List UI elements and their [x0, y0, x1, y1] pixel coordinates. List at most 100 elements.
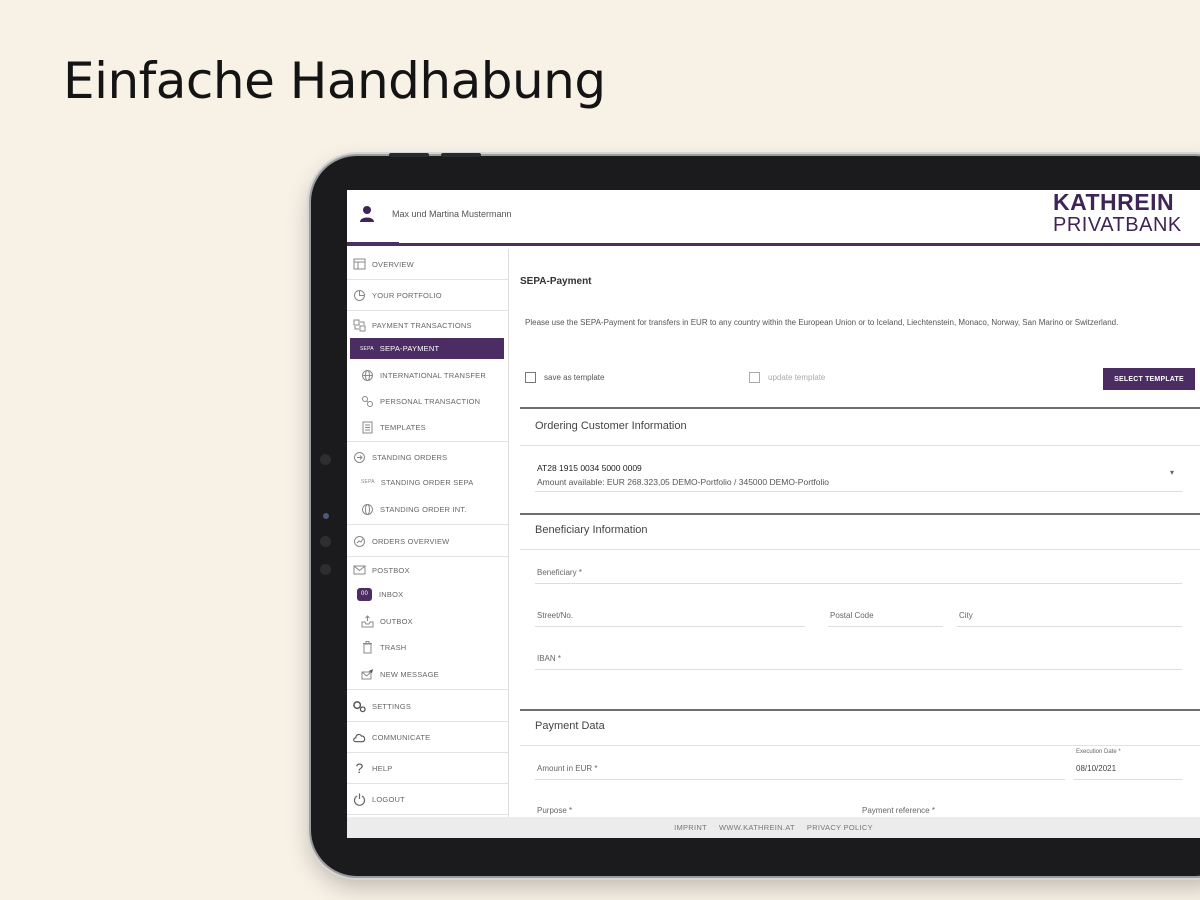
execution-date-underline — [1074, 779, 1182, 780]
beneficiary-header: Beneficiary Information — [535, 524, 648, 536]
city-underline — [957, 626, 1182, 627]
sidebar-item-personal-transaction[interactable]: PERSONAL TRANSACTION — [347, 388, 509, 414]
amount-available: Amount available: EUR 268.323,05 DEMO-Po… — [537, 477, 829, 487]
tablet-camera — [323, 513, 329, 519]
sidebar-item-sepa-payment[interactable]: SEPA SEPA-PAYMENT — [350, 338, 504, 359]
sidebar-item-standing-order-int[interactable]: STANDING ORDER INT. — [347, 495, 509, 525]
chevron-down-icon[interactable]: ▾ — [1170, 468, 1174, 477]
sidebar-label-communicate: COMMUNICATE — [372, 732, 431, 742]
top-bar: Max und Martina Mustermann KATHREIN PRIV… — [347, 190, 1200, 246]
sidebar-label-outbox: OUTBOX — [380, 616, 413, 626]
sidebar-item-portfolio[interactable]: YOUR PORTFOLIO — [347, 280, 509, 311]
page-title: SEPA-Payment — [520, 276, 592, 287]
amount-field[interactable]: Amount in EUR * — [537, 764, 597, 773]
sidebar-item-orders-overview[interactable]: ORDERS OVERVIEW — [347, 526, 509, 557]
account-select-underline — [535, 491, 1182, 492]
street-field[interactable]: Street/No. — [537, 611, 573, 620]
save-template-label: save as template — [544, 373, 605, 382]
gear-icon — [353, 700, 366, 713]
sidebar-item-help[interactable]: ? HELP — [347, 753, 509, 784]
street-underline — [535, 626, 805, 627]
privacy-policy-link[interactable]: PRIVACY POLICY — [807, 823, 873, 832]
sidebar-label-orders-overview: ORDERS OVERVIEW — [372, 536, 450, 546]
tablet-sensor-3 — [320, 564, 331, 575]
sidebar-item-international-transfer[interactable]: INTERNATIONAL TRANSFER — [347, 362, 509, 388]
ordering-header-separator — [520, 445, 1200, 446]
update-template-checkbox[interactable]: update template — [749, 372, 825, 383]
execution-date-field[interactable]: 08/10/2021 — [1076, 764, 1116, 773]
kathrein-logo: KATHREIN PRIVATBANK — [1053, 190, 1182, 236]
sidebar-label-personal-transaction: PERSONAL TRANSACTION — [380, 396, 481, 406]
footer: IMPRINT WWW.KATHREIN.AT PRIVACY POLICY — [347, 817, 1200, 838]
logo-line-1: KATHREIN — [1053, 190, 1175, 215]
account-number[interactable]: AT28 1915 0034 5000 0009 — [537, 463, 642, 473]
update-template-box[interactable] — [749, 372, 760, 383]
sidebar-item-standing-order-sepa[interactable]: SEPA STANDING ORDER SEPA — [347, 469, 509, 495]
sidebar-label-logout: LOGOUT — [372, 794, 405, 804]
user-tab-indicator — [347, 242, 399, 246]
imprint-link[interactable]: IMPRINT — [674, 823, 707, 832]
iban-field[interactable]: IBAN * — [537, 654, 561, 663]
sidebar-label-international-transfer: INTERNATIONAL TRANSFER — [380, 370, 486, 380]
sidebar-item-outbox[interactable]: OUTBOX — [347, 608, 509, 634]
sidebar-item-overview[interactable]: OVERVIEW — [347, 249, 509, 280]
sepa-icon: SEPA — [360, 345, 374, 352]
purpose-field[interactable]: Purpose * — [537, 806, 572, 815]
standing-orders-icon — [353, 451, 366, 464]
sidebar-item-payment-transactions[interactable]: PAYMENT TRANSACTIONS — [347, 311, 509, 339]
user-name[interactable]: Max und Martina Mustermann — [392, 209, 512, 219]
sidebar-item-settings[interactable]: SETTINGS — [347, 691, 509, 722]
new-message-icon — [361, 668, 374, 681]
save-template-box[interactable] — [525, 372, 536, 383]
logout-icon — [353, 793, 366, 806]
portfolio-icon — [353, 289, 366, 302]
cloud-icon — [353, 731, 366, 744]
sidebar-label-overview: OVERVIEW — [372, 259, 414, 269]
logo-line-2: PRIVATBANK — [1053, 214, 1182, 236]
postal-code-field[interactable]: Postal Code — [830, 611, 874, 620]
tablet-top-button-2 — [441, 153, 481, 157]
user-icon[interactable] — [359, 205, 375, 223]
trash-icon — [361, 640, 374, 654]
sidebar-label-postbox: POSTBOX — [372, 565, 410, 575]
sidebar-label-portfolio: YOUR PORTFOLIO — [372, 290, 442, 300]
overview-icon — [353, 258, 366, 271]
website-link[interactable]: WWW.KATHREIN.AT — [719, 823, 795, 832]
sidebar-label-standing-order-sepa: STANDING ORDER SEPA — [380, 477, 474, 487]
select-template-button[interactable]: SELECT TEMPLATE — [1103, 368, 1195, 390]
ordering-customer-header: Ordering Customer Information — [535, 420, 687, 432]
postal-underline — [828, 626, 943, 627]
sidebar-item-templates[interactable]: TEMPLATES — [347, 414, 509, 442]
payment-transactions-icon — [353, 319, 366, 332]
tablet-top-button — [389, 153, 429, 157]
ordering-panel-border — [520, 407, 1200, 409]
sidebar-label-sepa-payment: SEPA-PAYMENT — [379, 344, 440, 353]
sidebar-label-payment-transactions: PAYMENT TRANSACTIONS — [372, 320, 472, 330]
save-as-template-checkbox[interactable]: save as template — [525, 372, 604, 383]
city-field[interactable]: City — [959, 611, 973, 620]
page-headline: Einfache Handhabung — [63, 52, 606, 110]
sidebar-label-settings: SETTINGS — [372, 701, 412, 711]
outbox-icon — [361, 614, 374, 628]
page-description: Please use the SEPA-Payment for transfer… — [525, 318, 1119, 327]
sidebar-item-standing-orders[interactable]: STANDING ORDERS — [347, 443, 509, 471]
sidebar-item-new-message[interactable]: NEW MESSAGE — [347, 660, 509, 690]
payment-reference-field[interactable]: Payment reference * — [862, 806, 935, 815]
tablet-sensor — [320, 454, 331, 465]
sidebar-label-standing-orders: STANDING ORDERS — [372, 452, 448, 462]
update-template-label: update template — [768, 373, 826, 382]
help-icon: ? — [355, 760, 364, 776]
envelope-icon — [353, 564, 366, 577]
beneficiary-header-separator — [520, 549, 1200, 550]
sidebar-item-trash[interactable]: TRASH — [347, 634, 509, 660]
sidebar-item-communicate[interactable]: COMMUNICATE — [347, 722, 509, 753]
beneficiary-field[interactable]: Beneficiary * — [537, 568, 582, 577]
sidebar-label-trash: TRASH — [380, 642, 407, 652]
sidebar-item-postbox[interactable]: POSTBOX — [347, 558, 509, 582]
main-content: SEPA-Payment Please use the SEPA-Payment… — [510, 249, 1200, 819]
sidebar-item-inbox[interactable]: 00 INBOX — [347, 581, 509, 607]
app-screen: Max und Martina Mustermann KATHREIN PRIV… — [347, 190, 1200, 838]
sidebar-item-logout[interactable]: LOGOUT — [347, 784, 509, 815]
globe-icon-2 — [361, 503, 374, 516]
payment-panel-border — [520, 709, 1200, 711]
